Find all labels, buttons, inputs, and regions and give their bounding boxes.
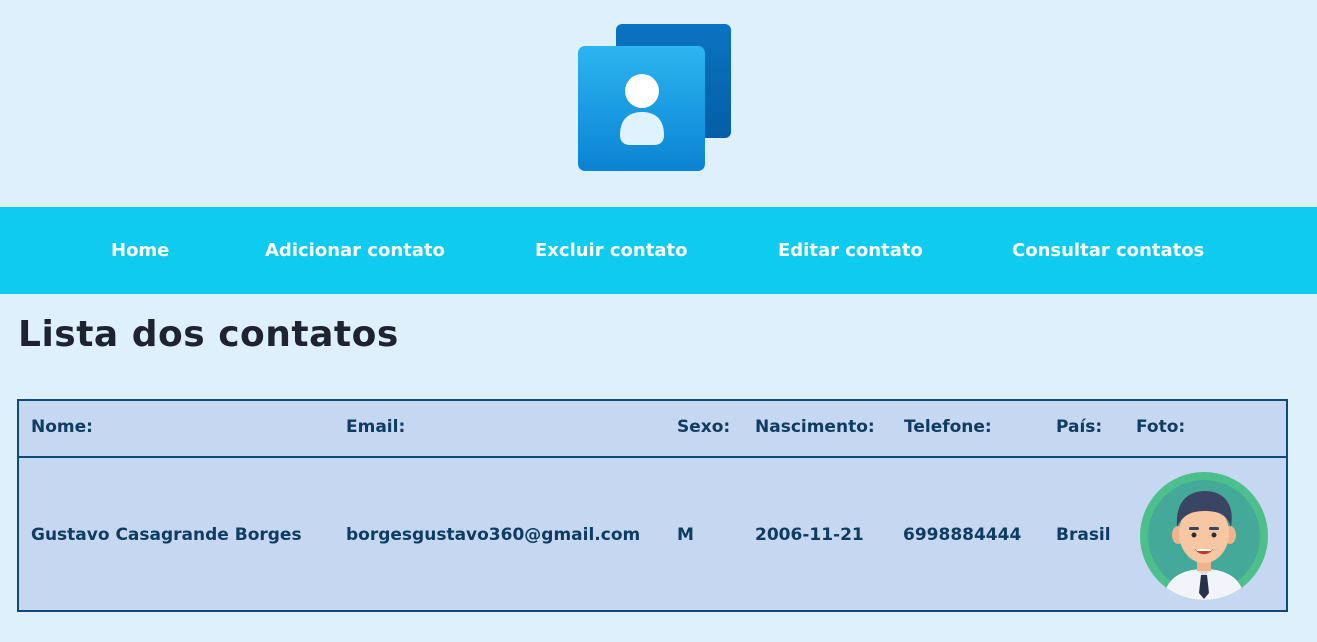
main-nav: Home Adicionar contato Excluir contato E… — [0, 207, 1317, 294]
page-title: Lista dos contatos — [18, 314, 399, 355]
nav-delete-contact[interactable]: Excluir contato — [535, 207, 687, 294]
nav-edit-contact[interactable]: Editar contato — [778, 207, 923, 294]
header-sex: Sexo: — [677, 417, 731, 437]
header-photo: Foto: — [1136, 417, 1186, 437]
header-name: Nome: — [31, 417, 93, 437]
header-email: Email: — [346, 417, 406, 437]
header — [0, 0, 1317, 207]
cell-phone: 6998884444 — [903, 525, 1022, 545]
nav-home[interactable]: Home — [111, 207, 169, 294]
header-divider — [19, 456, 1286, 458]
header-country: País: — [1056, 417, 1103, 437]
cell-sex: M — [677, 525, 694, 545]
user-avatar-icon — [1140, 472, 1268, 600]
header-birthdate: Nascimento: — [755, 417, 875, 437]
cell-name: Gustavo Casagrande Borges — [31, 525, 302, 545]
contacts-table: Nome: Email: Sexo: Nascimento: Telefone:… — [17, 399, 1288, 612]
cell-email: borgesgustavo360@gmail.com — [346, 525, 641, 545]
header-phone: Telefone: — [904, 417, 992, 437]
cell-country: Brasil — [1056, 525, 1111, 545]
nav-add-contact[interactable]: Adicionar contato — [265, 207, 445, 294]
nav-search-contacts[interactable]: Consultar contatos — [1012, 207, 1204, 294]
contacts-logo-icon — [578, 24, 731, 171]
cell-birthdate: 2006-11-21 — [755, 525, 864, 545]
